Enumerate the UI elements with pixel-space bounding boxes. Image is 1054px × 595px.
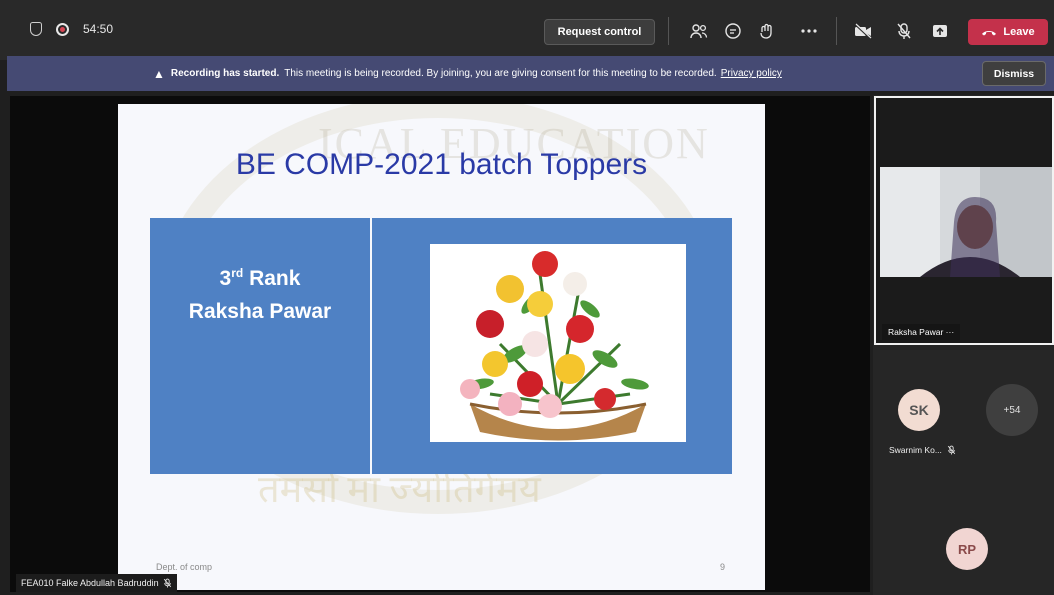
- privacy-policy-link[interactable]: Privacy policy: [721, 68, 782, 79]
- rank-label: 3rd Rank: [150, 266, 370, 291]
- rank-number: 3: [219, 267, 232, 290]
- participant-name-sk: Swarnim Ko...: [889, 445, 942, 455]
- slide-footer: Dept. of comp: [156, 562, 213, 572]
- participant-video-tile[interactable]: Raksha Pawar ···: [874, 96, 1054, 345]
- video-tile-name-tag: Raksha Pawar ···: [882, 324, 961, 340]
- share-screen-icon[interactable]: [929, 20, 951, 42]
- avatar-sk[interactable]: SK: [898, 389, 940, 431]
- mic-off-icon[interactable]: [893, 20, 915, 42]
- banner-text: This meeting is being recorded. By joini…: [284, 68, 717, 79]
- request-control-button[interactable]: Request control: [544, 19, 655, 45]
- divider: [668, 17, 669, 45]
- meeting-status: 54:50: [30, 22, 113, 36]
- more-participants-button[interactable]: +54: [986, 384, 1038, 436]
- warning-icon: ▲: [153, 66, 165, 81]
- meeting-timer: 54:50: [83, 22, 114, 36]
- flower-basket-image: [430, 244, 686, 442]
- video-more-icon[interactable]: ···: [946, 327, 955, 337]
- divider: [836, 17, 837, 45]
- phone-hangup-icon: [982, 31, 997, 36]
- banner-title: Recording has started.: [170, 68, 280, 79]
- dismiss-button[interactable]: Dismiss: [982, 61, 1046, 86]
- chat-icon[interactable]: [722, 20, 744, 42]
- leave-label: Leave: [1003, 26, 1035, 38]
- meeting-toolbar: 54:50 Request control Leave: [0, 0, 1054, 60]
- participant-camera-feed: [880, 167, 1052, 277]
- presenter-name-tag: FEA010 Falke Abdullah Badruddin: [16, 574, 177, 592]
- participant-name-tag: Swarnim Ko...: [889, 445, 956, 455]
- recording-icon: [56, 22, 69, 36]
- recording-banner: ▲ Recording has started. This meeting is…: [7, 56, 1054, 91]
- slide-number: 9: [720, 562, 726, 572]
- rank-word: Rank: [249, 267, 301, 290]
- slide-title: BE COMP-2021 batch Toppers: [235, 148, 648, 181]
- more-options-icon[interactable]: [798, 20, 820, 42]
- rank-suffix: rd: [231, 266, 244, 280]
- camera-off-icon[interactable]: [852, 20, 874, 42]
- shield-icon[interactable]: [30, 22, 42, 36]
- presentation-slide: ICAL EDUCATION तमसो मा ज्योतिर्गमय BE CO…: [118, 104, 765, 590]
- mic-off-icon: [947, 445, 956, 455]
- reactions-icon[interactable]: [756, 20, 778, 42]
- mic-off-icon: [163, 578, 171, 588]
- presenter-name: FEA010 Falke Abdullah Badruddin: [21, 578, 159, 588]
- rank-panel: 3rd Rank Raksha Pawar: [150, 218, 370, 474]
- leave-button[interactable]: Leave: [968, 19, 1048, 45]
- topper-name: Raksha Pawar: [188, 300, 332, 323]
- avatar-rp[interactable]: RP: [946, 528, 988, 570]
- video-participant-name: Raksha Pawar: [888, 327, 944, 337]
- image-panel: [372, 218, 732, 474]
- people-icon[interactable]: [688, 20, 710, 42]
